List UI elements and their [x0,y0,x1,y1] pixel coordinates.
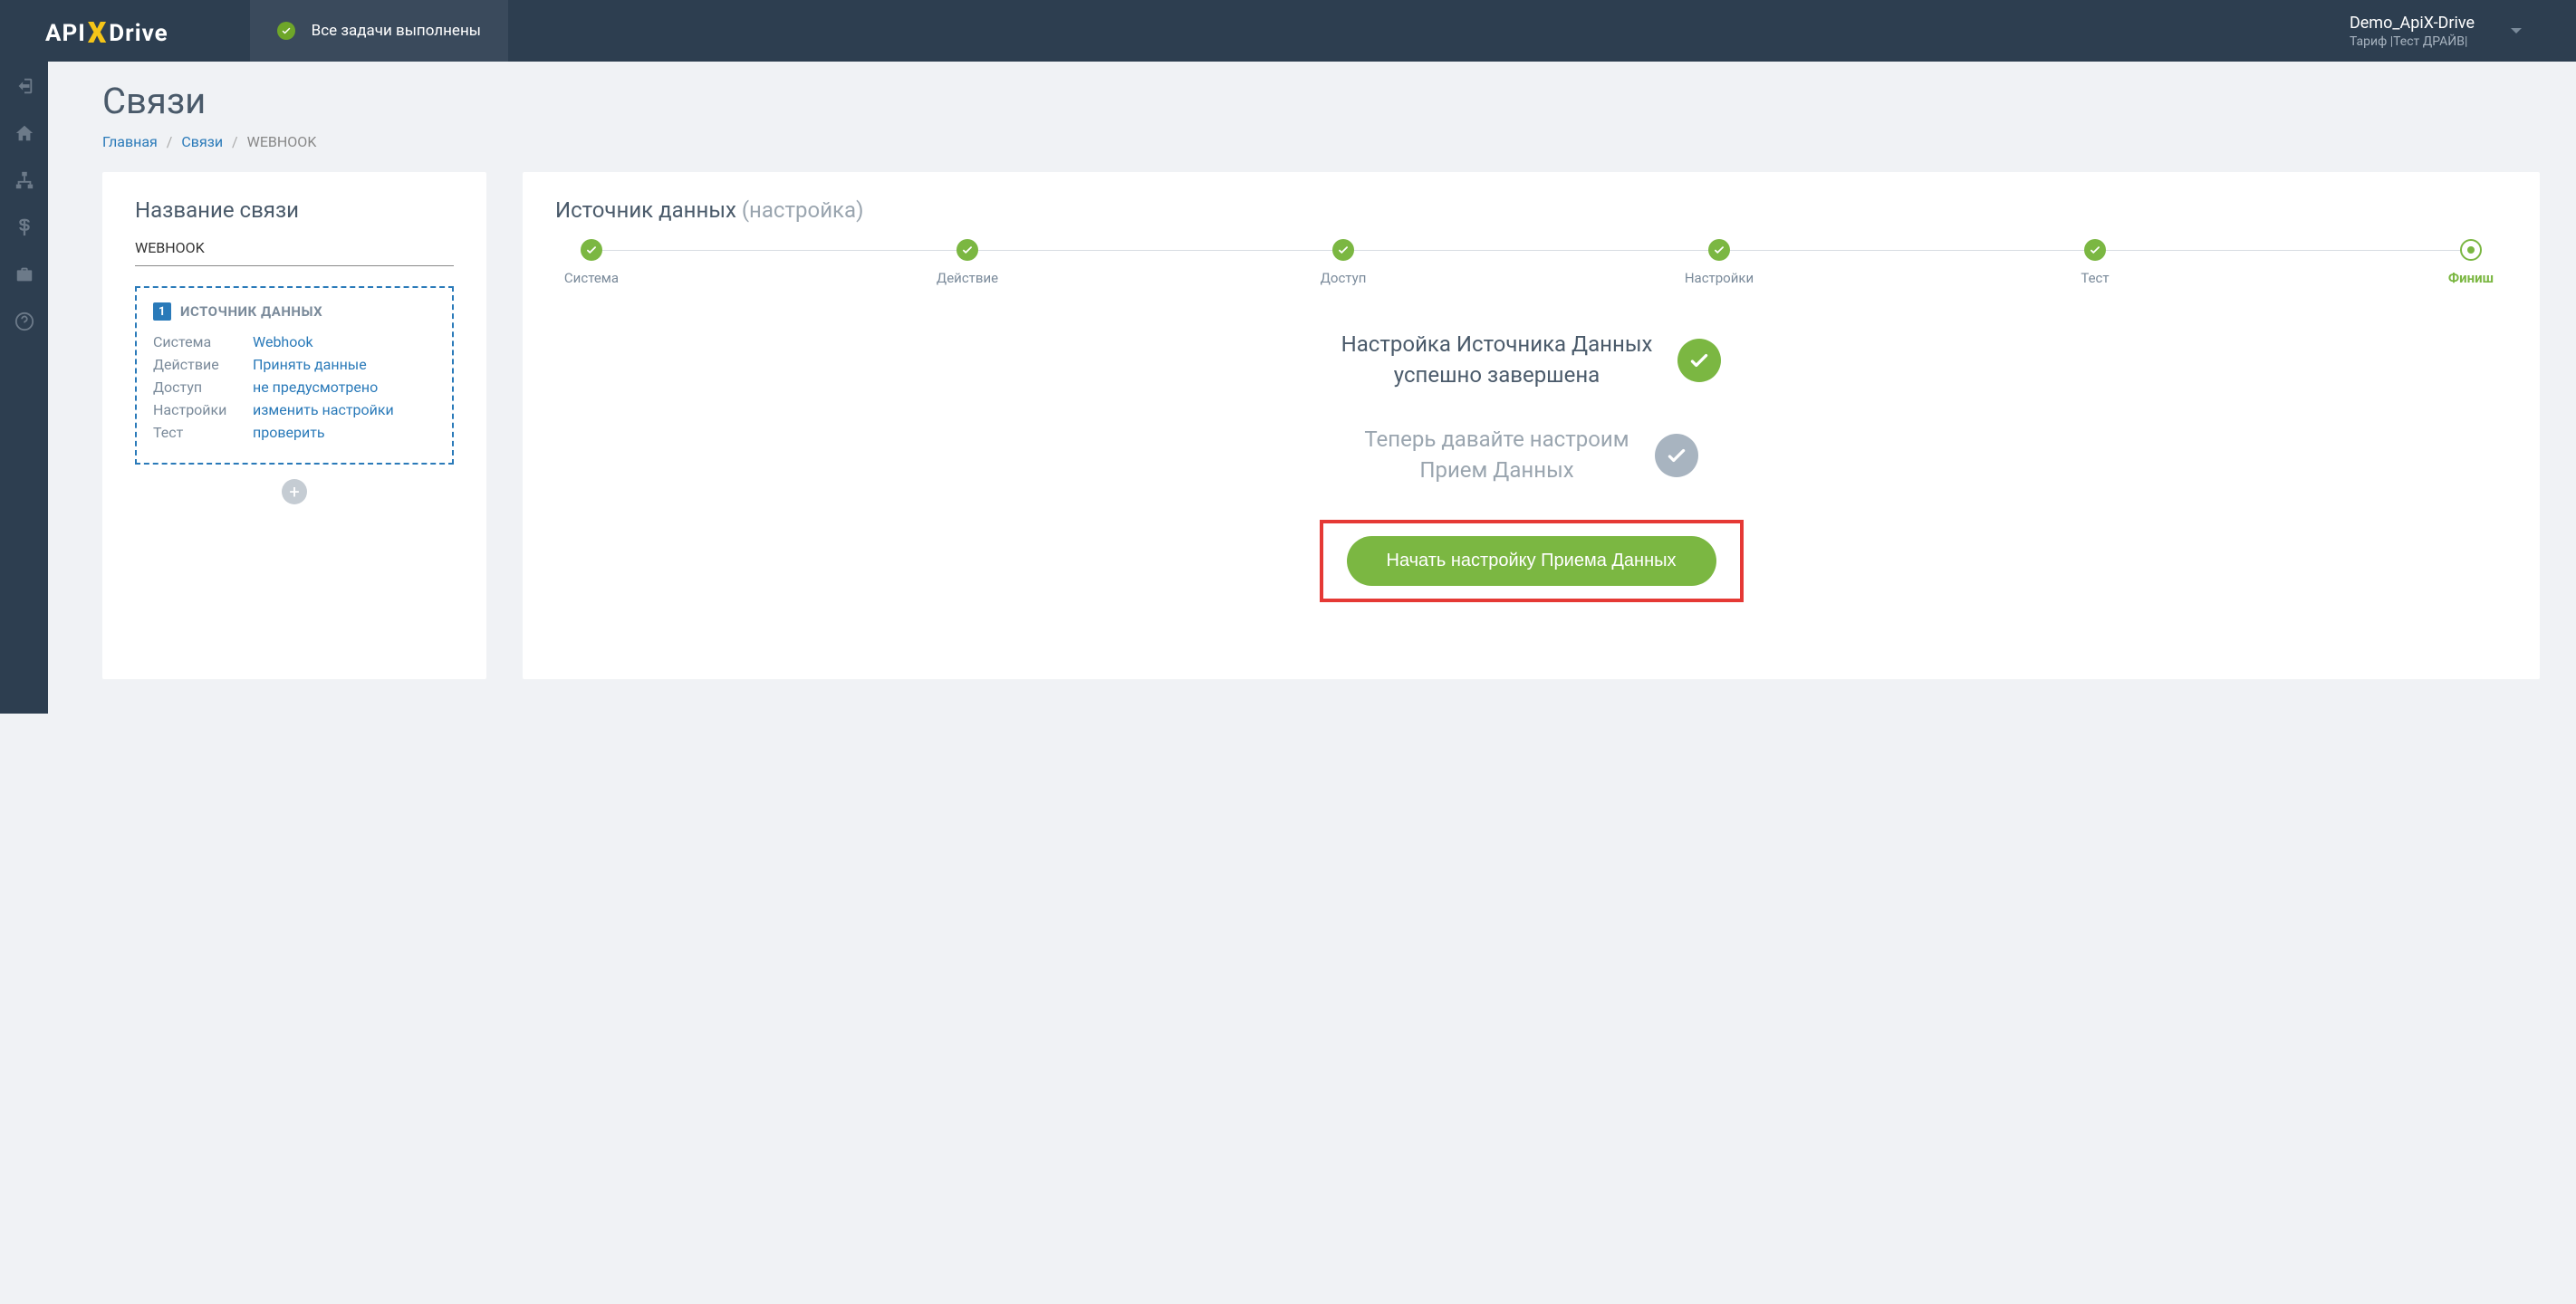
connection-panel: Название связи WEBHOOK 1 ИСТОЧНИК ДАННЫХ… [102,172,486,679]
kv-access: Доступ не предусмотрено [153,379,436,396]
kv-system-value[interactable]: Webhook [253,333,313,350]
wizard-steps: Система Действие Доступ Настройки [555,239,2507,286]
kv-test: Тест проверить [153,424,436,441]
kv-action-value[interactable]: Принять данные [253,356,367,373]
kv-access-label: Доступ [153,379,253,396]
dollar-icon[interactable] [14,217,34,243]
kv-settings-label: Настройки [153,401,253,418]
sidebar [0,62,48,714]
breadcrumb-sep: / [232,133,238,150]
header-user-area[interactable]: Demo_ApiX-Drive Тариф |Тест ДРАЙВ| [2350,14,2576,49]
status-line1: Настройка Источника Данных [1341,330,1653,360]
kv-access-value[interactable]: не предусмотрено [253,379,378,396]
step-test[interactable]: Тест [2059,239,2131,286]
check-icon [1655,434,1698,477]
start-destination-setup-button[interactable]: Начать настройку Приема Данных [1347,536,1716,586]
connection-name-input[interactable]: WEBHOOK [135,239,454,266]
check-icon [2084,239,2106,261]
breadcrumb-current: WEBHOOK [247,133,317,150]
step-label: Доступ [1321,270,1367,286]
main-content: Связи Главная / Связи / WEBHOOK Название… [48,62,2576,714]
current-step-icon [2460,239,2482,261]
user-plan: Тариф |Тест ДРАЙВ| [2350,34,2475,49]
status-destination-pending: Теперь давайте настроим Прием Данных [555,425,2507,485]
status-line2: Прием Данных [1364,455,1629,486]
status-source-complete: Настройка Источника Данных успешно завер… [555,330,2507,390]
data-source-title: 1 ИСТОЧНИК ДАННЫХ [153,302,436,321]
logo-x-icon: X [88,15,107,50]
heading-main: Источник данных [555,197,736,223]
step-label: Действие [937,270,998,286]
logo-text-drive: Drive [109,20,168,47]
kv-system-label: Система [153,333,253,350]
app-header: API X Drive Все задачи выполнены Demo_Ap… [0,0,2576,62]
finish-status-list: Настройка Источника Данных успешно завер… [555,330,2507,485]
cta-wrapper: Начать настройку Приема Данных [555,520,2507,602]
check-icon [1332,239,1354,261]
breadcrumb-links[interactable]: Связи [181,133,223,150]
step-action[interactable]: Действие [931,239,1004,286]
breadcrumb-sep: / [167,133,173,150]
briefcase-icon[interactable] [14,264,34,290]
step-settings[interactable]: Настройки [1683,239,1755,286]
heading-sub: (настройка) [742,197,864,223]
chevron-down-icon[interactable] [2511,28,2522,34]
step-finish[interactable]: Финиш [2435,239,2507,286]
kv-test-label: Тест [153,424,253,441]
kv-settings: Настройки изменить настройки [153,401,436,418]
kv-settings-value[interactable]: изменить настройки [253,401,394,418]
check-icon [1677,339,1721,382]
tasks-status: Все задачи выполнены [250,0,508,62]
source-setup-heading: Источник данных (настройка) [555,197,2507,223]
breadcrumb: Главная / Связи / WEBHOOK [102,133,2540,150]
kv-action: Действие Принять данные [153,356,436,373]
step-connector-line [591,250,2471,251]
breadcrumb-home[interactable]: Главная [102,133,158,150]
status-line1: Теперь давайте настроим [1364,425,1629,455]
source-setup-panel: Источник данных (настройка) Система Дейс… [523,172,2540,679]
tasks-status-text: Все задачи выполнены [312,22,481,40]
help-icon[interactable] [14,312,34,337]
data-source-box[interactable]: 1 ИСТОЧНИК ДАННЫХ Система Webhook Действ… [135,286,454,465]
status-text: Теперь давайте настроим Прием Данных [1364,425,1629,485]
step-label: Система [564,270,619,286]
step-label: Финиш [2448,270,2494,286]
kv-action-label: Действие [153,356,253,373]
status-text: Настройка Источника Данных успешно завер… [1341,330,1653,390]
home-icon[interactable] [14,123,34,149]
logout-icon[interactable] [14,76,34,101]
step-label: Тест [2081,270,2109,286]
cta-highlight-box: Начать настройку Приема Данных [1320,520,1744,602]
logo[interactable]: API X Drive [45,14,168,48]
logo-text-api: API [45,20,86,47]
kv-test-value[interactable]: проверить [253,424,325,441]
step-access[interactable]: Доступ [1307,239,1379,286]
source-title-text: ИСТОЧНИК ДАННЫХ [180,303,322,320]
connection-heading: Название связи [135,197,454,223]
step-system[interactable]: Система [555,239,628,286]
kv-system: Система Webhook [153,333,436,350]
sitemap-icon[interactable] [14,170,34,196]
check-icon [277,22,295,40]
check-icon [1708,239,1730,261]
user-name: Demo_ApiX-Drive [2350,14,2475,33]
status-line2: успешно завершена [1341,360,1653,391]
page-title: Связи [102,80,2540,122]
check-icon [581,239,602,261]
user-info: Demo_ApiX-Drive Тариф |Тест ДРАЙВ| [2350,14,2475,49]
source-number-badge: 1 [153,302,171,321]
add-destination-button[interactable]: + [282,479,307,504]
check-icon [956,239,978,261]
step-label: Настройки [1685,270,1754,286]
